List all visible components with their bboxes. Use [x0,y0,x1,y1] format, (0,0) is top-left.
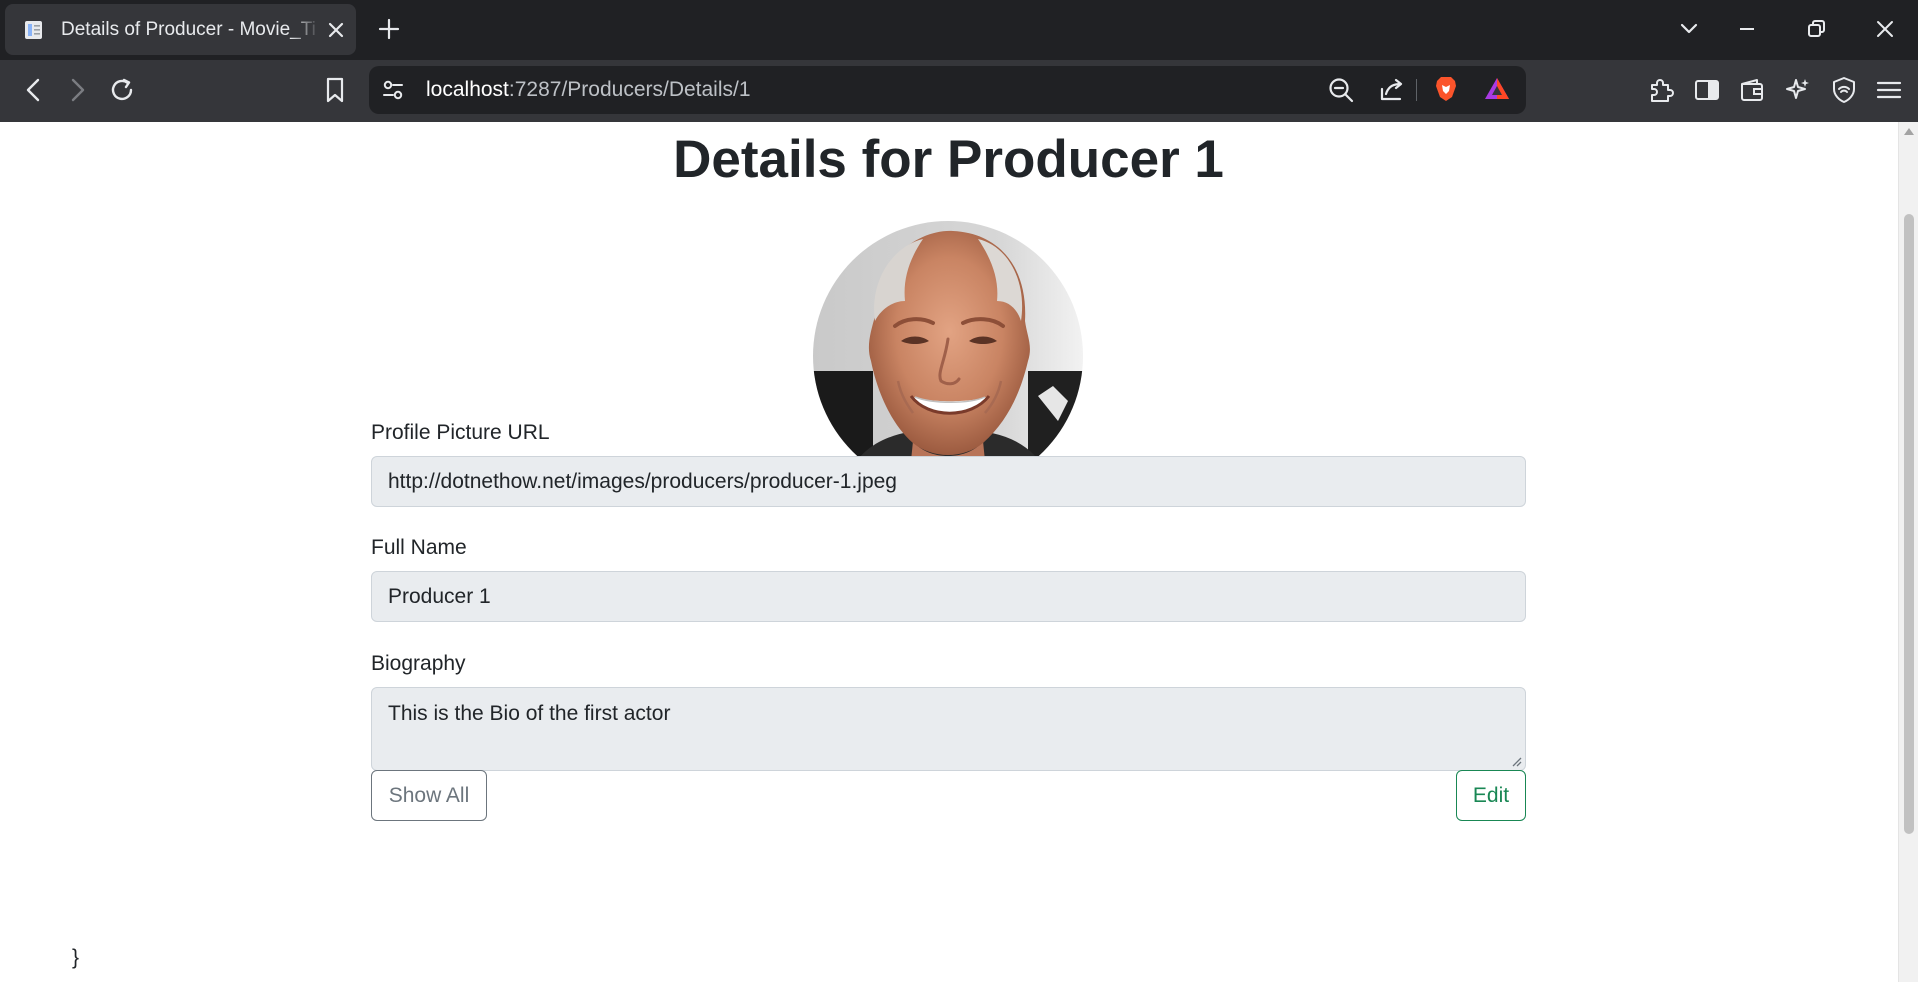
resize-grip-icon[interactable] [1510,755,1522,767]
bookmark-icon[interactable] [320,75,350,105]
stray-closing-brace: } [72,946,80,969]
edit-button[interactable]: Edit [1456,770,1526,821]
page-title: Details for Producer 1 [673,130,1224,189]
tab-search-chevron-icon[interactable] [1676,16,1702,42]
tab-title: Details of Producer - Movie_Tickets [61,19,316,40]
vpn-shield-icon[interactable] [1829,75,1859,105]
close-window-icon[interactable] [1872,16,1898,42]
profile-picture-url-label: Profile Picture URL [371,421,550,444]
producer-profile-picture [813,221,1083,491]
page-scrollbar[interactable] [1898,122,1918,982]
tab-close-icon[interactable] [327,21,345,39]
leo-ai-icon[interactable] [1783,75,1813,105]
zoom-out-icon[interactable] [1326,75,1356,105]
full-name-label: Full Name [371,536,467,559]
page-favicon-icon [25,21,42,39]
scroll-up-icon[interactable] [1904,128,1914,135]
full-name-field[interactable]: Producer 1 [371,571,1526,622]
scroll-thumb[interactable] [1904,214,1914,834]
show-all-button[interactable]: Show All [371,770,487,821]
biography-text: This is the Bio of the first actor [388,702,671,725]
minimize-icon[interactable] [1734,16,1760,42]
sidebar-icon[interactable] [1692,75,1722,105]
new-tab-icon[interactable] [378,18,400,40]
restore-icon[interactable] [1803,16,1829,42]
biography-label: Biography [371,652,466,675]
biography-field[interactable]: This is the Bio of the first actor [371,687,1526,771]
brave-shields-icon[interactable] [1431,74,1461,104]
extensions-icon[interactable] [1646,75,1676,105]
back-icon[interactable] [19,75,49,105]
reload-icon[interactable] [107,75,137,105]
browser-tab[interactable]: Details of Producer - Movie_Tickets [5,4,356,55]
site-info-icon[interactable] [378,75,408,105]
brave-rewards-icon[interactable] [1482,74,1512,104]
browser-tab-strip: Details of Producer - Movie_Tickets [0,0,1918,60]
page-viewport: Details for Producer 1 Profile Picture U… [0,122,1898,982]
share-icon[interactable] [1377,75,1407,105]
forward-icon[interactable] [62,75,92,105]
profile-picture-url-field[interactable]: http://dotnethow.net/images/producers/pr… [371,456,1526,507]
address-bar-url[interactable]: localhost:7287/Producers/Details/1 [426,66,751,114]
wallet-icon[interactable] [1737,75,1767,105]
menu-icon[interactable] [1874,75,1904,105]
